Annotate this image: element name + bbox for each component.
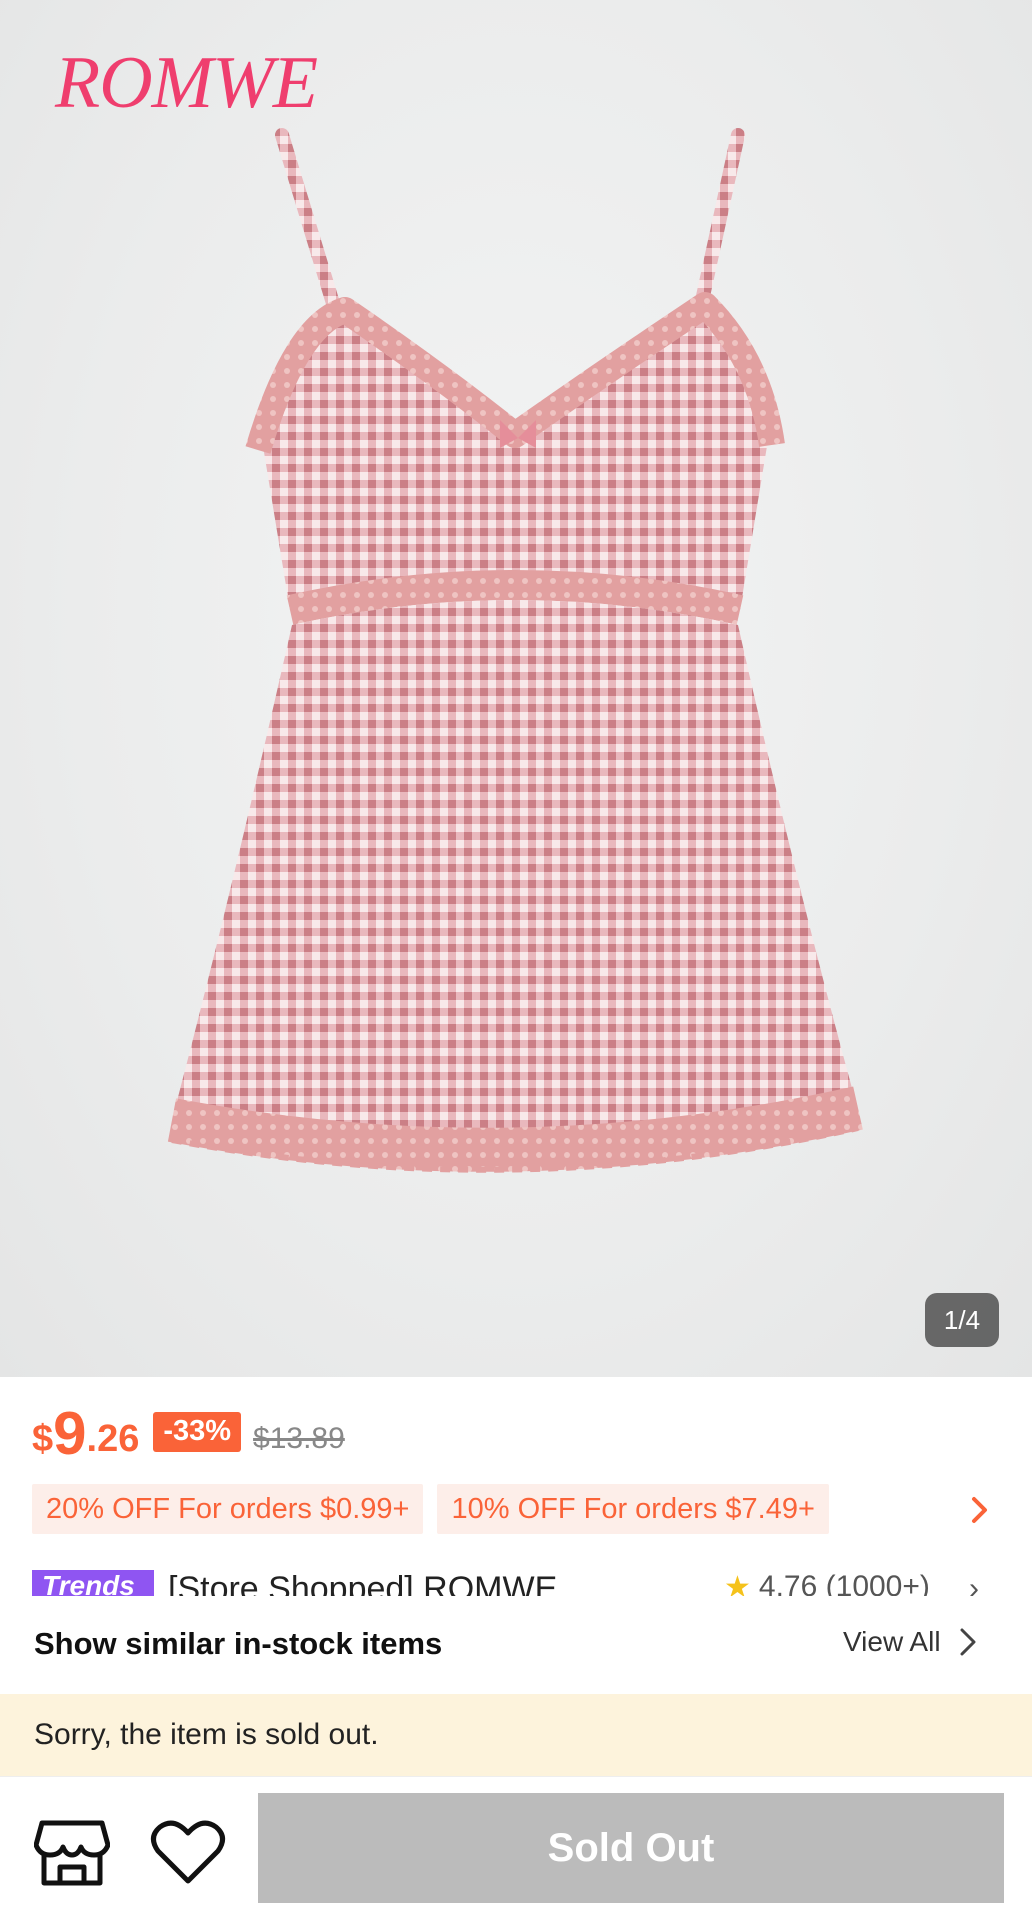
bottom-action-bar: Sold Out <box>0 1776 1032 1920</box>
product-image <box>167 128 863 1173</box>
chevron-right-icon <box>960 1628 976 1656</box>
price-integer: 9 <box>53 1400 87 1467</box>
view-all-label: View All <box>843 1626 941 1657</box>
sold-out-message: Sorry, the item is sold out. <box>34 1718 379 1751</box>
sold-out-button[interactable]: Sold Out <box>258 1793 1004 1903</box>
brand-logo: ROMWE <box>55 42 318 124</box>
heart-icon[interactable] <box>150 1819 226 1887</box>
price-currency: $ <box>32 1418 54 1460</box>
sold-out-notice: Sorry, the item is sold out. <box>0 1694 1032 1776</box>
coupon-item[interactable]: 10% OFF For orders $7.49+ <box>437 1484 829 1534</box>
price-decimal: .26 <box>86 1418 140 1460</box>
section-title: Show similar in-stock items <box>34 1626 443 1661</box>
product-image-carousel[interactable]: ROMWE 1/4 <box>0 0 1032 1377</box>
trends-badge: Trends <box>32 1570 154 1596</box>
store-row[interactable]: Trends [Store Shopped] ROMWE ★ 4.76 (100… <box>32 1570 1012 1596</box>
store-rating: ★ 4.76 (1000+) <box>724 1570 930 1596</box>
coupon-list: 20% OFF For orders $0.99+ 10% OFF For or… <box>32 1484 829 1534</box>
original-price: $13.89 <box>253 1422 345 1455</box>
chevron-right-icon[interactable] <box>960 1490 1000 1530</box>
discount-badge: -33% <box>153 1412 242 1452</box>
price-row: $ 9 .26 -33% $13.89 <box>32 1404 345 1464</box>
chevron-right-icon: › <box>969 1572 979 1596</box>
store-name: [Store Shopped] ROMWE <box>168 1570 558 1596</box>
rating-value: 4.76 <box>758 1570 818 1596</box>
view-all-link[interactable]: View All <box>843 1626 979 1658</box>
product-page: ROMWE 1/4 $ 9 .26 -33% $13.89 20% OFF Fo… <box>0 0 1032 1920</box>
coupon-item[interactable]: 20% OFF For orders $0.99+ <box>32 1484 424 1534</box>
star-icon: ★ <box>724 1571 751 1596</box>
image-counter: 1/4 <box>925 1293 999 1347</box>
store-icon[interactable] <box>34 1817 110 1889</box>
review-count: (1000+) <box>825 1570 930 1596</box>
similar-items-section: Show similar in-stock items View All <box>0 1598 1032 1694</box>
